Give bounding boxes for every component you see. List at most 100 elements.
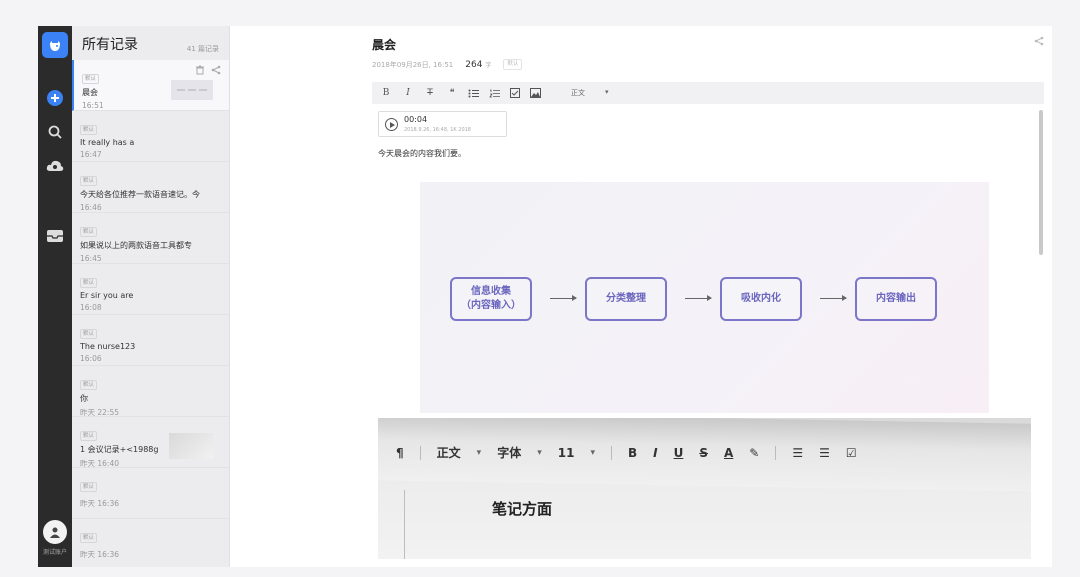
bullet-list-icon[interactable] [468, 89, 479, 98]
cloud-sync-icon[interactable] [45, 156, 65, 176]
photo-underline: U [673, 445, 684, 460]
note-title: 今天给各位推荐一款语音速记。今 [80, 190, 200, 199]
paragraph: 今天晨会的内容我们要。 [378, 149, 466, 158]
list-item[interactable]: 默认 The nurse123 16:06 [72, 315, 229, 366]
list-item[interactable]: 默认 你 昨天 22:55 [72, 366, 229, 417]
search-icon[interactable] [45, 122, 65, 142]
flow-step-4: 内容输出 [855, 277, 937, 321]
photo-heading: 笔记方面 [492, 500, 553, 518]
note-time: 16:45 [80, 254, 102, 263]
photo-font: 字体 [497, 446, 522, 460]
note-time: 昨天 16:36 [80, 550, 119, 559]
list-item[interactable]: 默认 昨天 16:36 [72, 519, 229, 567]
list-count: 41 篇记录 [186, 45, 219, 53]
chevron-down-icon: ▾ [590, 447, 595, 458]
note-time: 16:46 [80, 203, 102, 212]
note-tag: 默认 [80, 431, 98, 441]
photo-size: 11 [557, 445, 575, 460]
editor-pane: 晨会 2018年09月26日, 16:51 264 字 默认 B I T ❝ 正… [230, 26, 1052, 567]
strikethrough-button[interactable]: T [424, 88, 436, 98]
audio-duration: 00:04 [404, 115, 428, 124]
share-icon[interactable] [1034, 36, 1044, 46]
arrow-icon [820, 295, 847, 301]
logo-icon [50, 41, 60, 51]
chevron-down-icon: ▾ [537, 447, 542, 458]
avatar[interactable] [43, 520, 67, 544]
photo-color: A [724, 445, 734, 460]
flow-step-3: 吸收内化 [720, 277, 802, 321]
note-time: 16:51 [82, 101, 104, 110]
note-meta: 2018年09月26日, 16:51 264 字 默认 [372, 59, 523, 70]
note-thumbnail [169, 433, 213, 459]
note-thumbnail [171, 80, 213, 100]
image-icon[interactable] [530, 88, 541, 98]
list-item[interactable]: 默认 Er sir you are 16:08 [72, 264, 229, 315]
toolbar-photo-image: ¶ 正文 ▾ 字体 ▾ 11 ▾ B I U S A ✎ ☰ ☰ ☑ 笔记方面 [378, 418, 1031, 559]
note-time: 16:06 [80, 354, 102, 363]
trash-icon[interactable] [195, 65, 205, 75]
note-title: 如果说以上的两款语音工具都专 [80, 241, 192, 250]
new-note-icon[interactable] [45, 88, 65, 108]
list-item[interactable]: 默认 晨会 16:51 [72, 60, 229, 111]
note-time: 昨天 16:36 [80, 499, 119, 508]
scrollbar[interactable] [1038, 108, 1044, 563]
paint-format-icon: ¶ [396, 445, 404, 460]
audio-clip[interactable]: 00:04 2018.9.26, 16:48, 1K 2018 [378, 111, 507, 137]
highlight-icon: ✎ [749, 445, 760, 460]
list-title: 所有记录 [82, 37, 138, 53]
photo-style: 正文 [436, 446, 461, 460]
arrow-icon [685, 295, 712, 301]
list-item[interactable]: 默认 如果说以上的两款语音工具都专 16:45 [72, 213, 229, 264]
app-logo[interactable] [42, 32, 68, 58]
play-icon[interactable] [385, 118, 398, 131]
avatar-label: 测试账户 [42, 549, 67, 556]
note-tag: 默认 [80, 278, 98, 288]
note-tag: 默认 [80, 380, 98, 390]
style-value: 正文 [571, 89, 585, 97]
paragraph-style-select[interactable]: 正文 ▾ [571, 88, 609, 98]
status-badge[interactable]: 默认 [503, 59, 523, 70]
note-tag: 默认 [80, 125, 98, 135]
arrow-icon [550, 295, 577, 301]
photo-strike: S [699, 445, 708, 460]
note-time: 16:47 [80, 150, 102, 159]
note-title: Er sir you are [80, 291, 134, 300]
numbered-list-icon: ☰ [792, 445, 804, 460]
bullet-list-icon: ☰ [819, 445, 830, 460]
list-item[interactable]: 默认 It really has a 16:47 [72, 111, 229, 162]
user-icon [50, 527, 60, 538]
word-count-unit: 字 [485, 61, 492, 69]
note-tag: 默认 [80, 533, 98, 543]
flow-step-2: 分类整理 [585, 277, 667, 321]
format-toolbar: B I T ❝ 正文 ▾ [372, 82, 1044, 104]
numbered-list-icon[interactable] [489, 89, 500, 98]
note-tag: 默认 [80, 482, 98, 492]
note-title: The nurse123 [80, 342, 136, 351]
share-icon[interactable] [211, 65, 221, 75]
page-title[interactable]: 晨会 [372, 36, 396, 53]
flow-diagram-image: 信息收集 （内容输入） 分类整理 吸收内化 内容输出 [420, 182, 989, 413]
note-date: 2018年09月26日, 16:51 [372, 60, 454, 69]
note-title: It really has a [80, 138, 135, 147]
word-count: 264 字 [465, 60, 491, 70]
list-header: 所有记录 41 篇记录 [72, 26, 229, 60]
note-tag: 默认 [82, 74, 100, 84]
note-time: 16:08 [80, 303, 102, 312]
note-content[interactable]: 00:04 2018.9.26, 16:48, 1K 2018 今天晨会的内容我… [372, 108, 1038, 563]
note-title: 你 [80, 394, 88, 403]
bold-button[interactable]: B [380, 88, 392, 98]
note-tag: 默认 [80, 227, 98, 237]
list-item[interactable]: 默认 今天给各位推荐一款语音速记。今 16:46 [72, 162, 229, 213]
italic-button[interactable]: I [402, 88, 414, 98]
notes-list: 所有记录 41 篇记录 默认 晨会 16:51 默认 It really has… [72, 26, 230, 567]
quote-button[interactable]: ❝ [446, 88, 458, 98]
checklist-icon[interactable] [510, 88, 520, 98]
scrollbar-thumb[interactable] [1039, 110, 1043, 255]
flow-step-1: 信息收集 （内容输入） [450, 277, 532, 321]
list-item[interactable]: 默认 昨天 16:36 [72, 468, 229, 519]
checkbox-icon: ☑ [845, 445, 857, 460]
list-item[interactable]: 默认 1 会议记录+<1988g 昨天 16:40 [72, 417, 229, 468]
inbox-icon[interactable] [45, 226, 65, 246]
photo-bold: B [627, 445, 638, 460]
app-window: 测试账户 所有记录 41 篇记录 默认 晨会 16:51 默认 It reall… [0, 0, 1080, 577]
